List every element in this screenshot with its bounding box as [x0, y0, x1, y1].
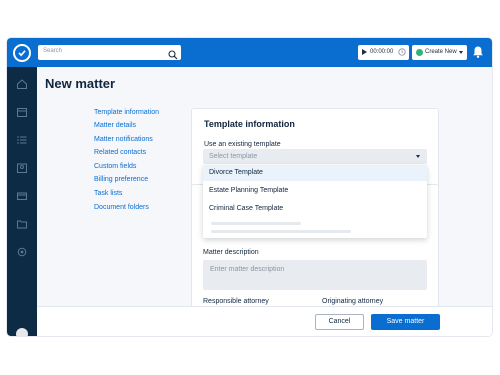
matter-description-label: Matter description — [203, 249, 259, 256]
use-existing-template-label: Use an existing template — [204, 141, 281, 148]
chevron-down-icon — [459, 51, 463, 54]
avatar[interactable] — [16, 328, 28, 336]
dropdown-option-divorce-template[interactable]: Divorce Template — [203, 165, 427, 181]
search-placeholder: Search — [43, 48, 63, 54]
top-bar: Search 00:00:00 Create New — [7, 38, 492, 67]
originating-attorney-label: Originating attorney — [322, 298, 384, 305]
template-select-value: Select template — [209, 153, 258, 160]
calendar-icon[interactable] — [16, 105, 28, 123]
app-logo-icon[interactable] — [13, 44, 31, 62]
loading-placeholder-line — [211, 222, 301, 225]
create-new-button[interactable]: Create New — [412, 45, 467, 60]
template-information-heading: Template information — [204, 119, 295, 129]
save-matter-button[interactable]: Save matter — [371, 314, 440, 330]
matter-description-input[interactable]: Enter matter description — [203, 260, 427, 290]
dropdown-option-label: Estate Planning Template — [209, 187, 289, 194]
search-input[interactable]: Search — [38, 45, 181, 60]
cancel-button[interactable]: Cancel — [315, 314, 364, 330]
template-select[interactable]: Select template — [203, 149, 427, 164]
notification-bell-icon[interactable] — [472, 45, 484, 64]
clock-icon — [398, 48, 406, 58]
folder-icon[interactable] — [16, 217, 28, 235]
play-icon[interactable] — [362, 49, 367, 55]
dropdown-option-estate-planning-template[interactable]: Estate Planning Template — [203, 183, 427, 199]
chevron-down-icon[interactable] — [416, 155, 420, 158]
dropdown-option-label: Criminal Case Template — [209, 205, 284, 212]
nav-item-matter-details[interactable]: Matter details — [94, 122, 136, 129]
billing-icon[interactable] — [16, 189, 28, 207]
sidebar — [7, 67, 37, 336]
nav-item-task-lists[interactable]: Task lists — [94, 190, 122, 197]
nav-item-document-folders[interactable]: Document folders — [94, 204, 149, 211]
app-window: Search 00:00:00 Create New New matter Te… — [7, 38, 492, 336]
timer-value: 00:00:00 — [370, 49, 394, 55]
contacts-icon[interactable] — [16, 161, 28, 179]
create-new-label: Create New — [425, 49, 457, 55]
settings-gear-icon[interactable] — [16, 245, 28, 263]
dropdown-option-label: Divorce Template — [209, 169, 263, 176]
home-icon[interactable] — [16, 77, 28, 95]
responsible-attorney-label: Responsible attorney — [203, 298, 269, 305]
dropdown-option-criminal-case-template[interactable]: Criminal Case Template — [203, 201, 427, 217]
nav-item-billing-preference[interactable]: Billing preference — [94, 176, 148, 183]
nav-item-matter-notifications[interactable]: Matter notifications — [94, 136, 153, 143]
template-dropdown: Divorce Template Estate Planning Templat… — [203, 165, 427, 238]
create-new-dot-icon — [416, 49, 423, 56]
tasks-icon[interactable] — [16, 133, 28, 151]
nav-item-custom-fields[interactable]: Custom fields — [94, 163, 136, 170]
form-footer: Cancel Save matter — [37, 306, 492, 336]
search-icon[interactable] — [168, 47, 178, 65]
timer-button[interactable]: 00:00:00 — [358, 45, 409, 60]
nav-item-template-information[interactable]: Template information — [94, 109, 159, 116]
loading-placeholder-line — [211, 230, 351, 233]
nav-item-related-contacts[interactable]: Related contacts — [94, 149, 146, 156]
page-title: New matter — [45, 76, 116, 91]
matter-description-placeholder: Enter matter description — [210, 266, 285, 273]
